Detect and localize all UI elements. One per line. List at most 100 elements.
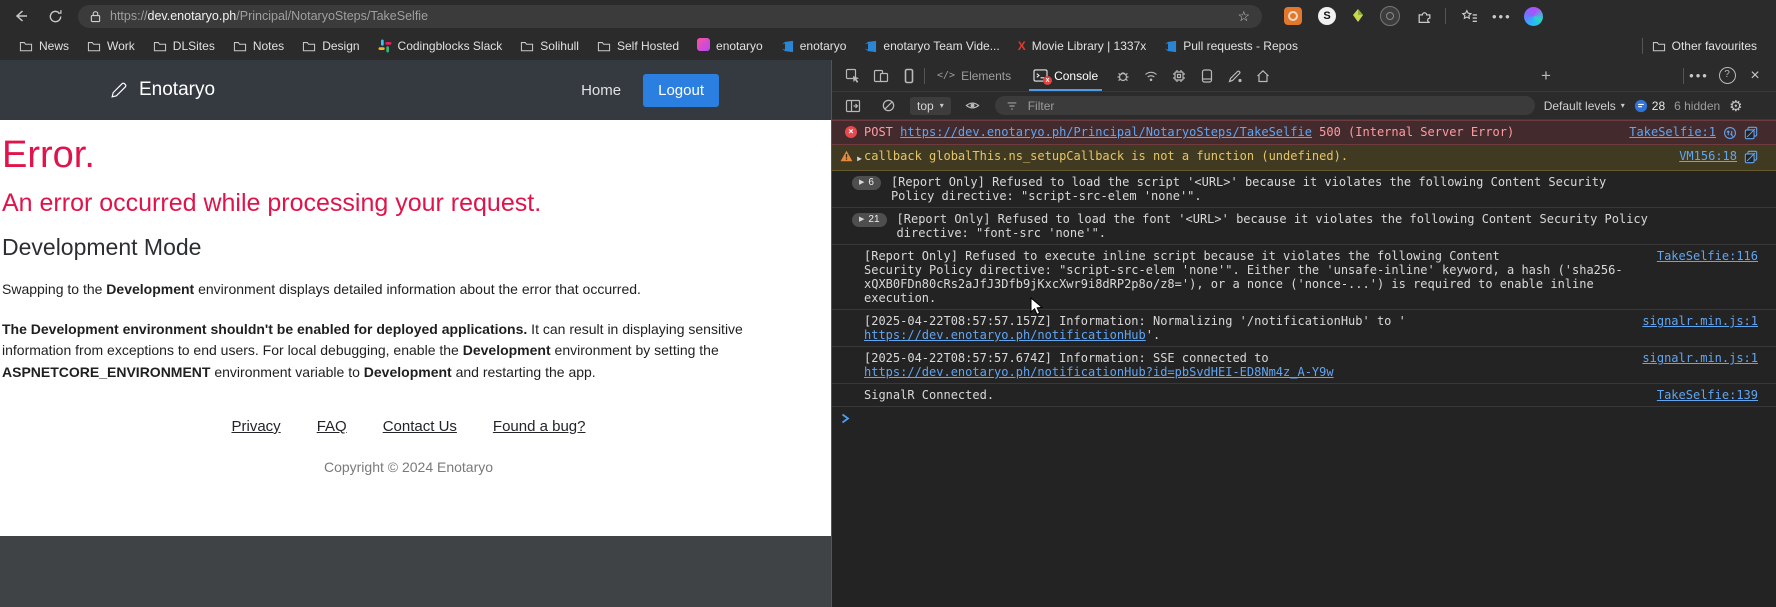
folder-icon: [19, 40, 33, 52]
default-levels-label: Default levels: [1544, 99, 1616, 113]
bug-icon[interactable]: [1110, 63, 1136, 89]
bookmark-item[interactable]: Design: [293, 36, 368, 56]
address-bar[interactable]: https://dev.enotaryo.ph/Principal/Notary…: [78, 5, 1262, 28]
bookmark-item[interactable]: XMovie Library | 1337x: [1009, 36, 1156, 56]
message-count-badge[interactable]: ▶6: [852, 175, 881, 190]
bookmark-item[interactable]: Pull requests - Repos: [1155, 36, 1307, 56]
devtools-close-icon[interactable]: ×: [1742, 63, 1768, 89]
performance-icon[interactable]: [1166, 63, 1192, 89]
console-message: ×POST https://dev.enotaryo.ph/Principal/…: [832, 120, 1776, 145]
clear-console-icon[interactable]: [875, 93, 901, 119]
issues-icon: [1634, 99, 1648, 113]
bookmark-label: DLSites: [173, 39, 215, 53]
favorite-star-icon[interactable]: ☆: [1237, 8, 1250, 25]
console-text: '.: [1146, 328, 1160, 342]
console-message-text: POST https://dev.enotaryo.ph/Principal/N…: [864, 125, 1617, 139]
message-source-area: TakeSelfie:139: [1657, 388, 1758, 402]
message-gutter: [838, 351, 864, 352]
copilot-icon[interactable]: [1524, 7, 1543, 26]
bookmark-item[interactable]: Self Hosted: [588, 36, 688, 56]
other-favourites-button[interactable]: Other favourites: [1643, 36, 1766, 56]
footer-link[interactable]: Found a bug?: [493, 418, 586, 435]
footer-link[interactable]: Privacy: [232, 418, 281, 435]
storage-icon[interactable]: [1194, 63, 1220, 89]
console-source-link[interactable]: signalr.min.js:1: [1642, 314, 1758, 328]
console-message: [2025-04-22T08:57:57.157Z] Information: …: [832, 310, 1776, 347]
bookmark-item[interactable]: Work: [78, 36, 144, 56]
ext-orange-icon[interactable]: [1284, 7, 1302, 25]
console-source-link[interactable]: TakeSelfie:1: [1629, 125, 1716, 139]
nav-home-link[interactable]: Home: [581, 82, 621, 99]
issues-counter[interactable]: 28: [1634, 99, 1665, 113]
console-source-link[interactable]: TakeSelfie:139: [1657, 388, 1758, 402]
add-tool-icon[interactable]: +: [1533, 63, 1559, 89]
app-pink-icon: [697, 38, 710, 54]
live-expression-eye-icon[interactable]: [960, 93, 986, 119]
bookmark-item[interactable]: enotaryo Team Vide...: [855, 36, 1008, 56]
message-source-area: VM156:18: [1679, 149, 1758, 164]
footer-link[interactable]: FAQ: [317, 418, 347, 435]
tab-elements[interactable]: </> Elements: [927, 60, 1021, 91]
console-text: SignalR Connected.: [864, 388, 994, 402]
console-message-text: [2025-04-22T08:57:57.674Z] Information: …: [864, 351, 1630, 379]
console-url-link[interactable]: https://dev.enotaryo.ph/Principal/Notary…: [900, 125, 1312, 139]
bookmark-item[interactable]: DLSites: [144, 36, 224, 56]
back-icon[interactable]: [10, 5, 32, 27]
console-prompt[interactable]: [832, 407, 1776, 430]
filter-input[interactable]: [1026, 98, 1525, 114]
expand-caret-icon[interactable]: ▶: [857, 150, 862, 166]
message-count-badge[interactable]: ▶21: [852, 212, 887, 227]
ext-s-icon[interactable]: S: [1318, 7, 1336, 25]
tab-console[interactable]: x Console: [1023, 60, 1108, 91]
console-url-link[interactable]: https://dev.enotaryo.ph/notificationHub?…: [864, 365, 1334, 379]
ext-kite-icon[interactable]: [1352, 9, 1364, 23]
console-source-link[interactable]: TakeSelfie:116: [1657, 249, 1758, 263]
error-icon: ×: [838, 125, 864, 138]
pencil-icon: [110, 82, 127, 99]
network-request-icon[interactable]: [1723, 125, 1737, 140]
network-icon[interactable]: [1138, 63, 1164, 89]
copilot-explain-icon[interactable]: [1744, 149, 1758, 164]
console-source-link[interactable]: VM156:18: [1679, 149, 1737, 163]
inspect-icon[interactable]: [840, 63, 866, 89]
gear-icon[interactable]: ⚙: [1729, 97, 1742, 115]
elements-icon: </>: [937, 70, 955, 81]
extensions-puzzle-icon[interactable]: [1416, 8, 1433, 25]
device-emulation-icon[interactable]: [868, 63, 894, 89]
console-filter[interactable]: [995, 96, 1535, 115]
console-url-link[interactable]: https://dev.enotaryo.ph/notificationHub: [864, 328, 1146, 342]
devtools-help-icon[interactable]: ?: [1714, 63, 1740, 89]
browser-settings-more-icon[interactable]: •••: [1492, 9, 1512, 24]
hidden-messages-label[interactable]: 6 hidden: [1674, 99, 1720, 113]
paragraph-text: The Development environment shouldn't be…: [2, 321, 527, 337]
copilot-explain-icon[interactable]: [1744, 125, 1758, 140]
bookmark-item[interactable]: Codingblocks Slack: [369, 36, 512, 56]
console-source-link[interactable]: signalr.min.js:1: [1642, 351, 1758, 365]
bookmark-items: NewsWork DLSites NotesDesignCodingblocks S…: [10, 35, 1307, 57]
error-heading: Error.: [2, 134, 815, 177]
stylus-icon[interactable]: [1222, 63, 1248, 89]
console-message: [Report Only] Refused to execute inline …: [832, 245, 1776, 310]
ext-dark-icon[interactable]: [1380, 6, 1400, 26]
message-gutter: [838, 314, 864, 315]
error-subheading: An error occurred while processing your …: [2, 189, 815, 218]
dock-icon[interactable]: [896, 63, 922, 89]
folder-icon: [1652, 40, 1666, 52]
bookmark-item[interactable]: Notes: [224, 36, 293, 56]
refresh-icon[interactable]: [44, 5, 66, 27]
home-icon[interactable]: [1250, 63, 1276, 89]
favorites-bar-icon[interactable]: [1458, 5, 1480, 27]
footer-link[interactable]: Contact Us: [383, 418, 457, 435]
other-favourites-label: Other favourites: [1672, 39, 1757, 53]
bookmark-item[interactable]: Solihull: [511, 36, 588, 56]
console-sidebar-icon[interactable]: [840, 93, 866, 119]
context-selector[interactable]: top ▾: [910, 97, 951, 115]
site-brand[interactable]: Enotaryo: [139, 79, 215, 101]
bookmark-item[interactable]: News: [10, 36, 78, 56]
bookmark-item[interactable]: enotaryo: [772, 36, 856, 56]
development-mode-title: Development Mode: [2, 234, 815, 261]
default-levels-dropdown[interactable]: Default levels ▾: [1544, 99, 1625, 113]
bookmark-item[interactable]: enotaryo: [688, 35, 772, 57]
logout-button[interactable]: Logout: [643, 74, 719, 107]
devtools-more-icon[interactable]: •••: [1686, 63, 1712, 89]
